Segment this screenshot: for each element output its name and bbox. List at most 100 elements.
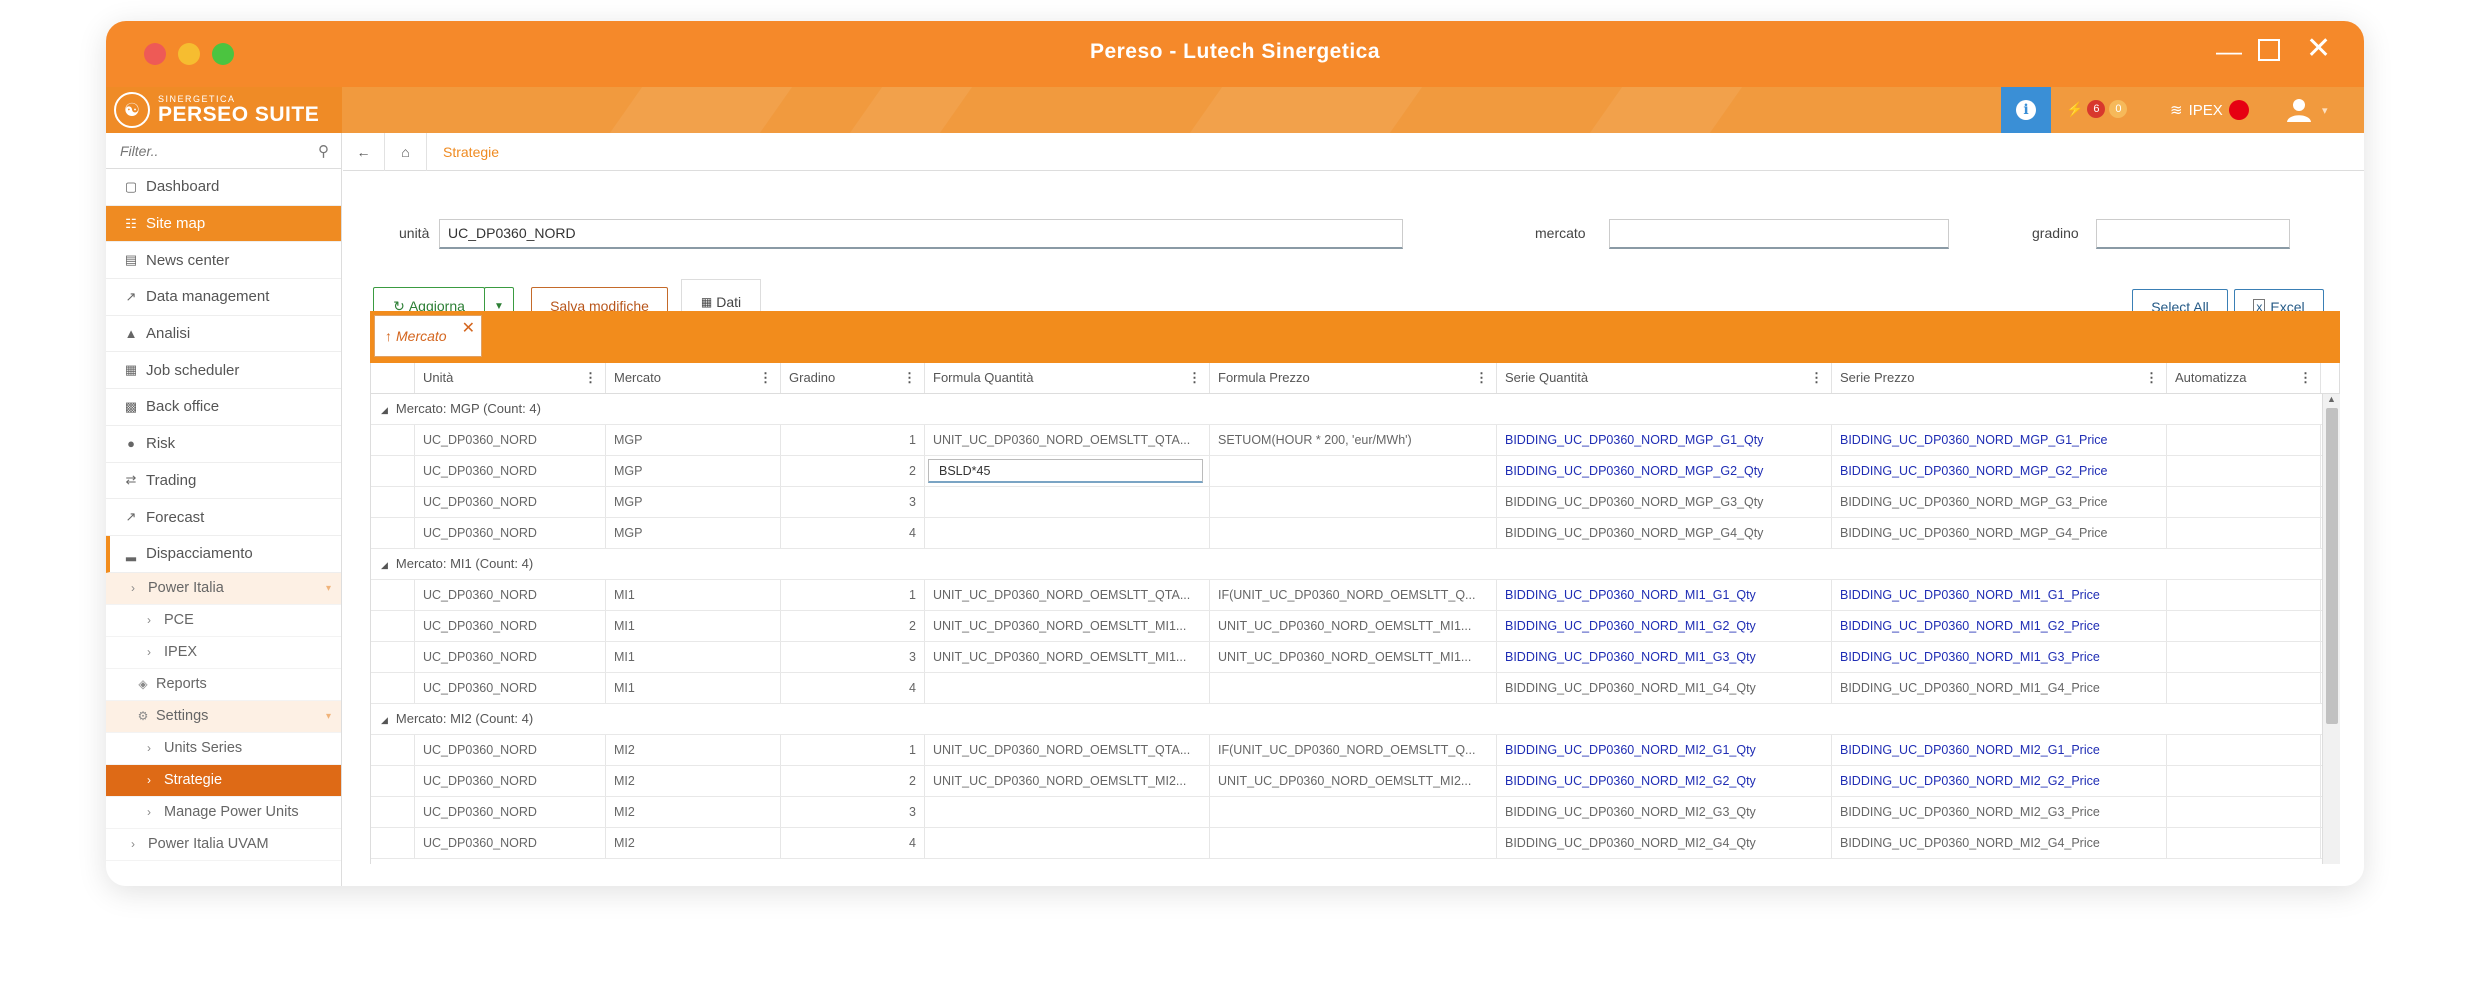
table-cell[interactable]: UNIT_UC_DP0360_NORD_OEMSLTT_MI1... bbox=[925, 642, 1210, 672]
table-row[interactable]: UC_DP0360_NORD MI2 3 BIDDING_UC_DP0360_NORD… bbox=[371, 797, 2340, 828]
row-select-cell[interactable] bbox=[371, 766, 415, 796]
sidebar-item-risk[interactable]: ● Risk bbox=[106, 426, 341, 463]
table-cell[interactable] bbox=[2167, 580, 2321, 610]
close-icon[interactable]: ✕ bbox=[2306, 34, 2331, 64]
table-cell[interactable] bbox=[1210, 673, 1497, 703]
sidebar-item-data-management[interactable]: ↗ Data management bbox=[106, 279, 341, 316]
table-cell[interactable]: 1 bbox=[781, 735, 925, 765]
table-cell[interactable]: UNIT_UC_DP0360_NORD_OEMSLTT_QTA... bbox=[925, 425, 1210, 455]
table-row[interactable]: UC_DP0360_NORD MI1 1 UNIT_UC_DP0360_NORD_OE… bbox=[371, 580, 2340, 611]
table-cell[interactable]: 4 bbox=[781, 673, 925, 703]
group-row[interactable]: ◢ Mercato: MGP (Count: 4) bbox=[371, 394, 2340, 425]
table-cell[interactable]: UNIT_UC_DP0360_NORD_OEMSLTT_MI1... bbox=[925, 611, 1210, 641]
table-cell[interactable]: BIDDING_UC_DP0360_NORD_MGP_G3_Price bbox=[1832, 487, 2167, 517]
collapse-icon[interactable]: ◢ bbox=[381, 560, 388, 570]
table-cell[interactable]: BIDDING_UC_DP0360_NORD_MI1_G2_Qty bbox=[1497, 611, 1832, 641]
group-row[interactable]: ◢ Mercato: MI1 (Count: 4) bbox=[371, 549, 2340, 580]
table-cell[interactable]: 2 bbox=[781, 456, 925, 486]
table-cell[interactable]: 3 bbox=[781, 487, 925, 517]
search-icon[interactable]: ⚲ bbox=[318, 142, 329, 160]
sidebar-item-dashboard[interactable]: ▢ Dashboard bbox=[106, 169, 341, 206]
notifications-button[interactable]: ⚡ 6 0 bbox=[2066, 100, 2128, 118]
row-select-cell[interactable] bbox=[371, 735, 415, 765]
table-row[interactable]: UC_DP0360_NORD MI1 2 UNIT_UC_DP0360_NORD_OE… bbox=[371, 611, 2340, 642]
table-cell[interactable]: MGP bbox=[606, 487, 781, 517]
column-header[interactable]: Mercato ⋮ bbox=[606, 363, 781, 393]
table-cell[interactable]: 2 bbox=[781, 766, 925, 796]
table-cell[interactable]: BIDDING_UC_DP0360_NORD_MGP_G4_Qty bbox=[1497, 518, 1832, 548]
home-icon[interactable]: ⌂ bbox=[385, 132, 427, 171]
table-cell[interactable]: UNIT_UC_DP0360_NORD_OEMSLTT_MI2... bbox=[1210, 766, 1497, 796]
table-cell[interactable]: BIDDING_UC_DP0360_NORD_MI2_G3_Qty bbox=[1497, 797, 1832, 827]
table-cell[interactable]: UNIT_UC_DP0360_NORD_OEMSLTT_QTA... bbox=[925, 735, 1210, 765]
group-row[interactable]: ◢ Mercato: MI2 (Count: 4) bbox=[371, 704, 2340, 735]
select-column-header[interactable] bbox=[371, 363, 415, 393]
table-cell[interactable]: MGP bbox=[606, 425, 781, 455]
table-row[interactable]: UC_DP0360_NORD MI1 4 BIDDING_UC_DP0360_NORD… bbox=[371, 673, 2340, 704]
row-select-cell[interactable] bbox=[371, 456, 415, 486]
table-cell[interactable]: MI2 bbox=[606, 797, 781, 827]
table-cell[interactable]: UC_DP0360_NORD bbox=[415, 487, 606, 517]
table-cell[interactable]: UNIT_UC_DP0360_NORD_OEMSLTT_MI1... bbox=[1210, 642, 1497, 672]
row-select-cell[interactable] bbox=[371, 487, 415, 517]
table-cell[interactable] bbox=[2167, 611, 2321, 641]
sidebar-item-ipex[interactable]: › IPEX bbox=[106, 637, 341, 669]
cell-editor-input[interactable]: BSLD*45 bbox=[928, 459, 1203, 483]
table-cell[interactable] bbox=[925, 518, 1210, 548]
row-select-cell[interactable] bbox=[371, 518, 415, 548]
collapse-icon[interactable]: ◢ bbox=[381, 715, 388, 725]
table-cell[interactable]: BIDDING_UC_DP0360_NORD_MI1_G1_Qty bbox=[1497, 580, 1832, 610]
table-cell[interactable]: IF(UNIT_UC_DP0360_NORD_OEMSLTT_Q... bbox=[1210, 735, 1497, 765]
table-cell[interactable]: 4 bbox=[781, 518, 925, 548]
sidebar-item-job-scheduler[interactable]: ▦ Job scheduler bbox=[106, 352, 341, 390]
column-menu-icon[interactable]: ⋮ bbox=[584, 363, 597, 393]
column-menu-icon[interactable]: ⋮ bbox=[1188, 363, 1201, 393]
table-cell[interactable]: 3 bbox=[781, 797, 925, 827]
gradino-field[interactable] bbox=[2096, 219, 2290, 249]
sidebar-item-reports[interactable]: ◈ Reports bbox=[106, 669, 341, 701]
column-menu-icon[interactable]: ⋮ bbox=[2299, 363, 2312, 393]
row-select-cell[interactable] bbox=[371, 580, 415, 610]
table-cell[interactable] bbox=[2167, 456, 2321, 486]
vertical-scrollbar[interactable]: ▲ bbox=[2322, 394, 2340, 864]
row-select-cell[interactable] bbox=[371, 797, 415, 827]
sidebar-item-forecast[interactable]: ↗ Forecast bbox=[106, 499, 341, 536]
table-row[interactable]: UC_DP0360_NORD MGP 2 BSLD*45 BIDDING_UC_DP03… bbox=[371, 456, 2340, 487]
column-header[interactable]: Unità ⋮ bbox=[415, 363, 606, 393]
scroll-up-icon[interactable]: ▲ bbox=[2327, 394, 2336, 404]
table-cell[interactable]: IF(UNIT_UC_DP0360_NORD_OEMSLTT_Q... bbox=[1210, 580, 1497, 610]
table-cell[interactable]: BIDDING_UC_DP0360_NORD_MI1_G1_Price bbox=[1832, 580, 2167, 610]
sidebar-item-back-office[interactable]: ▩ Back office bbox=[106, 389, 341, 426]
row-select-cell[interactable] bbox=[371, 611, 415, 641]
table-cell[interactable]: 2 bbox=[781, 611, 925, 641]
table-cell[interactable]: 1 bbox=[781, 580, 925, 610]
column-header[interactable]: Formula Prezzo ⋮ bbox=[1210, 363, 1497, 393]
table-cell[interactable]: UNIT_UC_DP0360_NORD_OEMSLTT_MI1... bbox=[1210, 611, 1497, 641]
table-cell[interactable] bbox=[1210, 797, 1497, 827]
mercato-field[interactable] bbox=[1609, 219, 1949, 249]
table-cell[interactable] bbox=[2167, 735, 2321, 765]
column-menu-icon[interactable]: ⋮ bbox=[2145, 363, 2158, 393]
logo[interactable]: ☯ SINERGETICA PERSEO SUITE bbox=[106, 87, 342, 133]
table-cell[interactable] bbox=[2167, 673, 2321, 703]
table-cell[interactable]: UC_DP0360_NORD bbox=[415, 673, 606, 703]
minimize-icon[interactable]: — bbox=[2216, 37, 2242, 65]
column-menu-icon[interactable]: ⋮ bbox=[1810, 363, 1823, 393]
sidebar-item-strategie[interactable]: › Strategie bbox=[106, 764, 341, 797]
table-row[interactable]: UC_DP0360_NORD MGP 3 BIDDING_UC_DP0360_NORD… bbox=[371, 487, 2340, 518]
table-cell[interactable] bbox=[2167, 487, 2321, 517]
table-cell[interactable]: MGP bbox=[606, 456, 781, 486]
table-cell[interactable]: BIDDING_UC_DP0360_NORD_MGP_G1_Price bbox=[1832, 425, 2167, 455]
unita-field[interactable]: UC_DP0360_NORD bbox=[439, 219, 1403, 249]
table-cell[interactable]: BIDDING_UC_DP0360_NORD_MGP_G2_Qty bbox=[1497, 456, 1832, 486]
table-cell[interactable]: 1 bbox=[781, 425, 925, 455]
table-cell[interactable]: UC_DP0360_NORD bbox=[415, 828, 606, 858]
table-cell[interactable] bbox=[2167, 766, 2321, 796]
sidebar-item-analisi[interactable]: ▲ Analisi bbox=[106, 316, 341, 353]
column-menu-icon[interactable]: ⋮ bbox=[903, 363, 916, 393]
sidebar-item-power-italia-uvam[interactable]: › Power Italia UVAM bbox=[106, 829, 341, 861]
sidebar-item-news-center[interactable]: ▤ News center bbox=[106, 242, 341, 280]
row-select-cell[interactable] bbox=[371, 425, 415, 455]
table-cell[interactable]: MI1 bbox=[606, 580, 781, 610]
table-cell[interactable]: 4 bbox=[781, 828, 925, 858]
